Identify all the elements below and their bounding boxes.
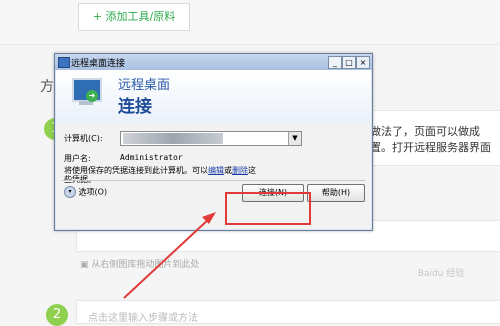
annotation-arrow-line	[123, 217, 211, 299]
annotation-arrow	[123, 212, 216, 299]
